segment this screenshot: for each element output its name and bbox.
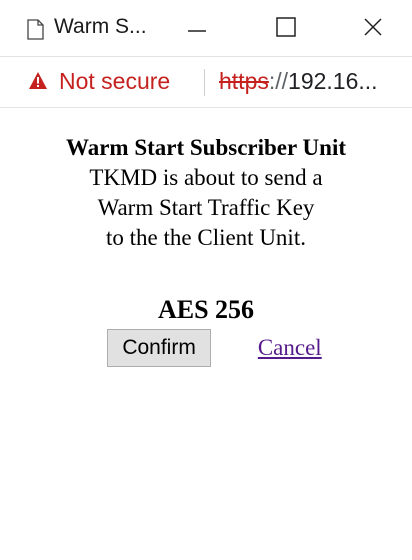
- algorithm-label: AES 256: [157, 295, 255, 324]
- cancel-link[interactable]: Cancel: [258, 335, 322, 361]
- address-divider: [204, 69, 205, 96]
- maximize-icon: [276, 16, 296, 42]
- maximize-button[interactable]: [266, 10, 306, 48]
- window-title: Warm S...: [54, 15, 147, 38]
- title-bar: Warm S...: [0, 0, 412, 56]
- url-separator: ://: [268, 68, 289, 94]
- url-host: 192.16...: [288, 68, 378, 94]
- warning-triangle-icon[interactable]: [28, 71, 48, 95]
- url-text[interactable]: https://192.16...: [219, 68, 378, 95]
- close-button[interactable]: [353, 10, 393, 48]
- message-line-3: to the the Client Unit.: [106, 225, 306, 250]
- close-icon: [363, 17, 383, 42]
- url-scheme: https: [219, 68, 269, 94]
- message-line-2: Warm Start Traffic Key: [97, 195, 315, 220]
- dialog-content: Warm Start Subscriber Unit TKMD is about…: [0, 108, 412, 367]
- dialog-heading: Warm Start Subscriber Unit: [65, 135, 347, 160]
- minimize-button[interactable]: [177, 10, 217, 48]
- minimize-icon: [187, 20, 207, 38]
- dialog-actions: Confirm Cancel: [0, 329, 412, 367]
- page-icon: [27, 19, 44, 45]
- message-line-1: TKMD is about to send a: [89, 165, 323, 190]
- address-bar[interactable]: Not secure https://192.16...: [0, 56, 412, 108]
- confirm-button[interactable]: Confirm: [107, 329, 211, 367]
- security-status-label[interactable]: Not secure: [59, 68, 170, 95]
